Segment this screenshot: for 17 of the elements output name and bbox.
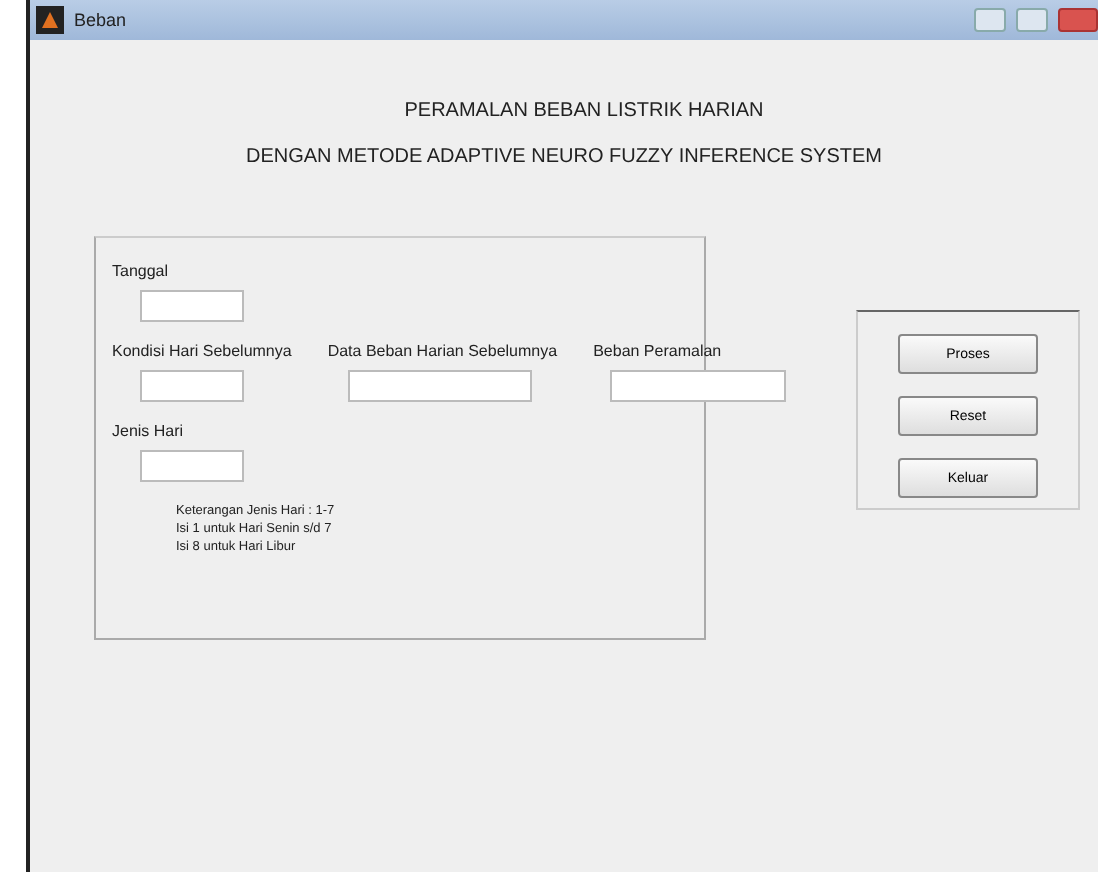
input-field[interactable] [140,290,244,322]
field-label: Tanggal [112,262,171,280]
input-field[interactable] [140,370,244,402]
heading: DENGAN METODE ADAPTIVE NEURO FUZZY INFERENCE SYSTEM [243,146,884,168]
app-icon [36,6,64,34]
minimize-button[interactable] [974,8,1006,32]
field-label: Kondisi Hari Sebelumnya [112,342,292,360]
field-label: Jenis Hari [112,422,186,440]
input-field[interactable] [609,370,786,402]
input-field[interactable] [347,370,532,402]
input-field[interactable] [140,450,244,482]
maximize-button[interactable] [1016,8,1048,32]
window-title: Beban [74,10,129,30]
field-label: Beban Peramalan [593,342,724,360]
heading: PERAMALAN BEBAN LISTRIK HARIAN [402,100,766,122]
close-button[interactable] [1058,8,1098,32]
field-label: Data Beban Harian Sebelumnya [327,342,558,360]
